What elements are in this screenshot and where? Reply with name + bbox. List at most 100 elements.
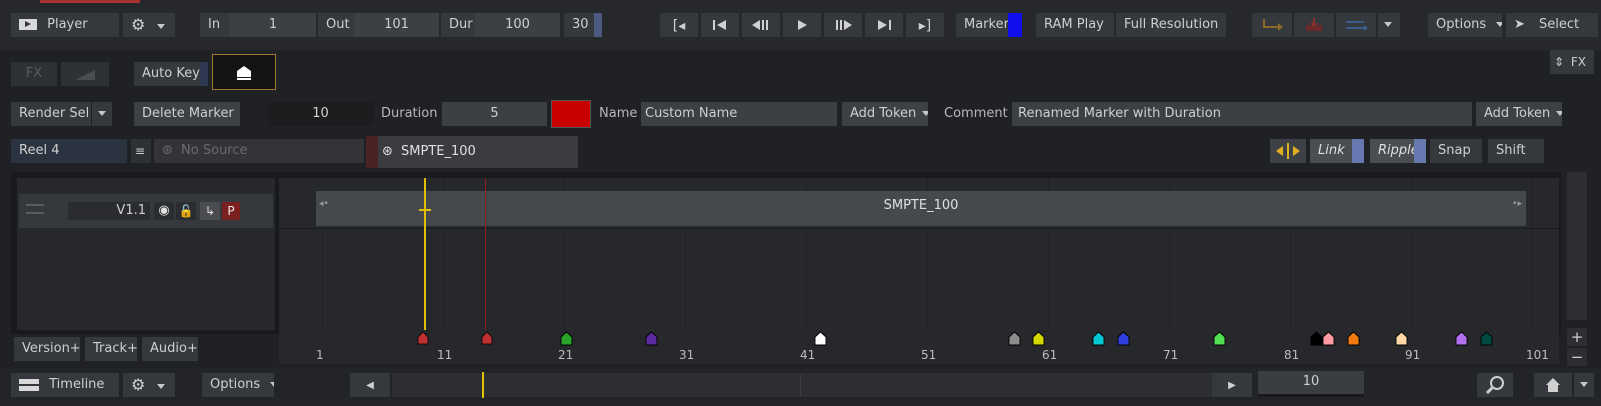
- clip[interactable]: ◂• SMPTE_100 •▸: [316, 191, 1526, 226]
- scroll-left-button[interactable]: ◀: [350, 373, 390, 397]
- duration-label: Duration: [381, 106, 438, 121]
- player-settings-button[interactable]: ⚙: [123, 13, 175, 37]
- zoom-in-button[interactable]: +: [1567, 328, 1587, 346]
- timeline-scroll-track[interactable]: [392, 373, 1212, 397]
- timeline-marker-icon[interactable]: [1008, 331, 1021, 346]
- patch-icon[interactable]: ↳: [200, 202, 220, 220]
- duration-field[interactable]: 5: [442, 102, 547, 126]
- prev-marker-icon: [713, 20, 726, 30]
- step-back-button[interactable]: [742, 13, 780, 37]
- timeline-scrollbar[interactable]: [1567, 172, 1587, 320]
- fx-ramp-button[interactable]: [61, 62, 109, 86]
- timeline-marker-icon[interactable]: [1480, 331, 1493, 346]
- marker-color-swatch[interactable]: [1008, 13, 1022, 37]
- goto-start-button[interactable]: [◂: [660, 13, 698, 37]
- timeline-view-button[interactable]: Timeline: [11, 373, 119, 397]
- link-toggle[interactable]: Link: [1310, 139, 1352, 163]
- ruler-tick-label: 1: [316, 348, 324, 362]
- marker-color-field[interactable]: [551, 100, 591, 128]
- sort-icon: ⇕: [1554, 55, 1565, 69]
- timeline-marker-icon[interactable]: [1032, 331, 1045, 346]
- play-button[interactable]: [783, 13, 821, 37]
- current-frame-field[interactable]: 10: [1258, 371, 1364, 397]
- dur-label: Dur: [441, 13, 475, 37]
- track-add-button[interactable]: Track+: [85, 337, 137, 361]
- timeline-icon: [19, 378, 39, 391]
- zoom-out-button[interactable]: −: [1567, 348, 1587, 366]
- home-dropdown[interactable]: [1574, 373, 1594, 397]
- goto-end-button[interactable]: ▸]: [906, 13, 944, 37]
- playhead[interactable]: [424, 178, 426, 344]
- home-button[interactable]: [1534, 373, 1572, 397]
- fps-field[interactable]: 30: [564, 13, 594, 37]
- ripple-label: Ripple: [1378, 143, 1419, 158]
- ramp-icon: [75, 70, 95, 80]
- render-sel-dropdown[interactable]: [92, 102, 112, 126]
- marker-thumbnail: [212, 54, 276, 90]
- primary-track-toggle[interactable]: P: [222, 202, 240, 220]
- edit-mode-dropdown[interactable]: [1378, 13, 1400, 37]
- source-tab[interactable]: ⊛ No Source: [154, 139, 364, 163]
- reel-menu-button[interactable]: ≡: [131, 139, 151, 163]
- timeline-marker-icon[interactable]: [645, 331, 658, 346]
- trim-tool-button[interactable]: [1270, 139, 1306, 163]
- render-sel-button[interactable]: Render Sel: [11, 102, 91, 126]
- select-tool-button[interactable]: ➤ Select: [1506, 13, 1598, 37]
- ruler-tick-label: 101: [1526, 348, 1549, 362]
- timeline-label: Timeline: [49, 377, 105, 392]
- chevron-down-icon: [1580, 382, 1588, 387]
- timeline-marker-icon[interactable]: [560, 331, 573, 346]
- step-forward-button[interactable]: [824, 13, 862, 37]
- insert-edit-button[interactable]: [1252, 13, 1292, 37]
- fx-panel-button[interactable]: ⇕ FX: [1550, 50, 1594, 74]
- audio-add-button[interactable]: Audio+: [142, 337, 198, 361]
- comment-field[interactable]: Renamed Marker with Duration: [1012, 102, 1472, 126]
- timeline-marker-icon[interactable]: [1347, 331, 1360, 346]
- track-name[interactable]: V1.1: [68, 202, 150, 220]
- timeline-marker-icon[interactable]: [1310, 331, 1323, 346]
- marker-button[interactable]: Marker: [956, 13, 1008, 37]
- zoom-button[interactable]: [1477, 373, 1513, 397]
- track-grip-icon[interactable]: [26, 204, 44, 214]
- add-token-dropdown[interactable]: Add Token: [842, 102, 928, 126]
- overwrite-edit-button[interactable]: [1294, 13, 1334, 37]
- version-add-button[interactable]: Version+: [14, 337, 80, 361]
- timeline-ruler[interactable]: [279, 330, 1559, 364]
- next-marker-button[interactable]: [865, 13, 903, 37]
- timeline-marker-icon[interactable]: [1213, 331, 1226, 346]
- options-dropdown[interactable]: Options: [1428, 13, 1502, 37]
- timeline-options-dropdown[interactable]: Options: [202, 373, 274, 397]
- in-field[interactable]: 1: [230, 13, 316, 37]
- marker-frame-field[interactable]: 10: [268, 102, 373, 126]
- svg-text:[◂: [◂: [673, 18, 686, 34]
- delete-marker-button[interactable]: Delete Marker: [134, 102, 240, 126]
- ram-play-button[interactable]: RAM Play: [1036, 13, 1114, 37]
- dur-field[interactable]: 100: [475, 13, 560, 37]
- prev-marker-button[interactable]: [701, 13, 739, 37]
- marker-start-icon[interactable]: [417, 331, 429, 345]
- timeline-marker-icon[interactable]: [1092, 331, 1105, 346]
- snap-toggle[interactable]: Snap: [1430, 139, 1482, 163]
- resolution-dropdown[interactable]: Full Resolution: [1116, 13, 1226, 37]
- out-field[interactable]: 101: [354, 13, 439, 37]
- fx-button[interactable]: FX: [11, 62, 57, 86]
- sequence-tab[interactable]: ⊛ SMPTE_100: [378, 136, 578, 168]
- timeline-marker-icon[interactable]: [1117, 331, 1130, 346]
- auto-key-indicator: [200, 62, 208, 86]
- add-token-comment-dropdown[interactable]: Add Token: [1476, 102, 1562, 126]
- player-button[interactable]: Player: [11, 13, 119, 37]
- timeline-marker-icon[interactable]: [1395, 331, 1408, 346]
- timeline-settings-button[interactable]: ⚙: [123, 373, 175, 397]
- timeline-marker-icon[interactable]: [1322, 331, 1335, 346]
- shift-toggle[interactable]: Shift: [1488, 139, 1544, 163]
- reel-dropdown[interactable]: Reel 4: [11, 139, 127, 163]
- lock-icon[interactable]: 🔓: [176, 202, 196, 220]
- marker-end-icon[interactable]: [481, 331, 493, 345]
- scroll-right-button[interactable]: ▶: [1212, 373, 1252, 397]
- name-field[interactable]: Custom Name: [641, 102, 837, 126]
- replace-edit-button[interactable]: [1336, 13, 1376, 37]
- timeline-marker-icon[interactable]: [1455, 331, 1468, 346]
- timeline-marker-icon[interactable]: [814, 331, 827, 346]
- eye-icon[interactable]: ◉: [154, 202, 174, 220]
- auto-key-button[interactable]: Auto Key: [134, 62, 200, 86]
